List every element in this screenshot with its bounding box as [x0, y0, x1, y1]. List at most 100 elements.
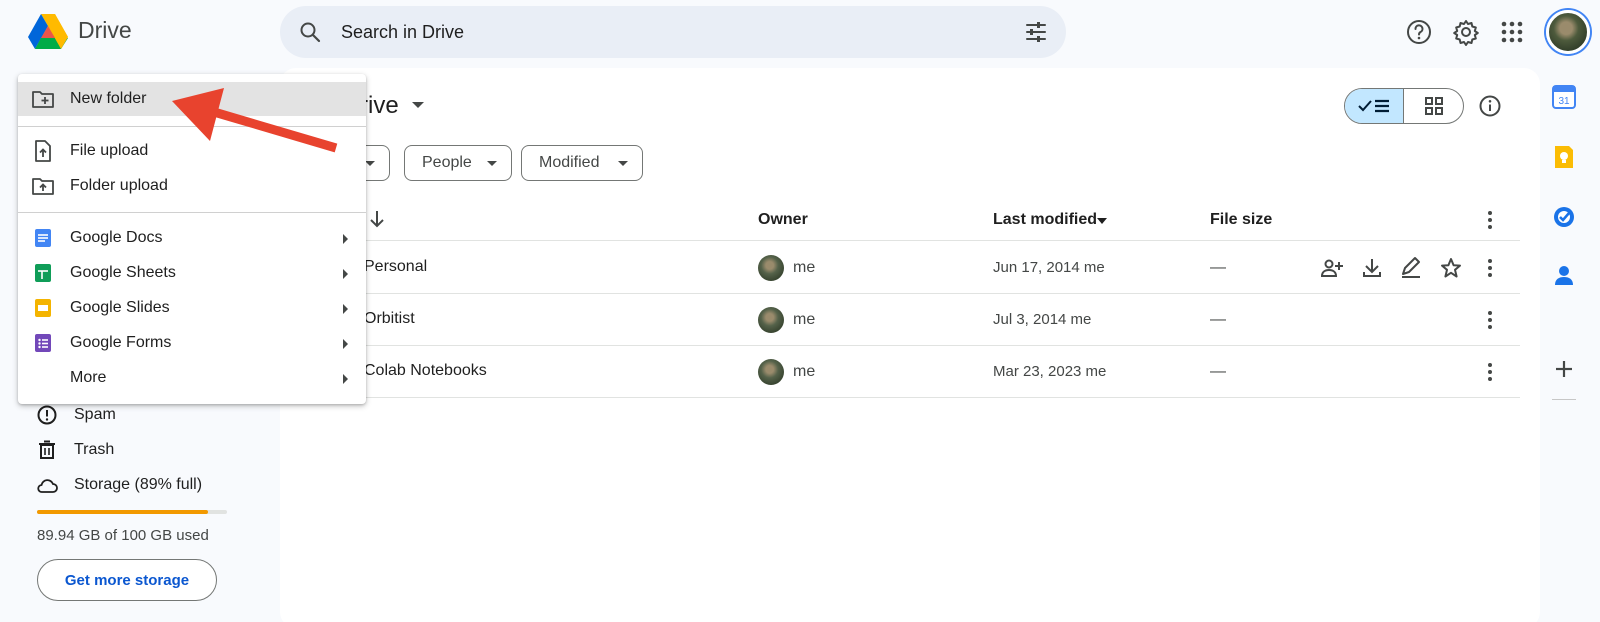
file-name[interactable]: Personal	[364, 258, 427, 276]
row-more-icon[interactable]	[1478, 308, 1502, 332]
submenu-arrow-icon	[343, 234, 348, 244]
side-divider	[1552, 399, 1576, 400]
add-addon-icon[interactable]	[1551, 356, 1577, 382]
nav-trash[interactable]: Trash	[36, 435, 114, 465]
file-name[interactable]: Orbitist	[364, 310, 415, 328]
column-file-size[interactable]: File size	[1210, 211, 1272, 229]
menu-google-sheets[interactable]: Google Sheets	[18, 256, 366, 290]
search-options-icon[interactable]	[1024, 20, 1048, 44]
calendar-icon[interactable]: 31	[1551, 84, 1577, 110]
owner-avatar	[758, 359, 784, 385]
google-forms-icon	[35, 334, 51, 352]
menu-google-forms[interactable]: Google Forms	[18, 326, 366, 360]
menu-more-label: More	[70, 369, 107, 386]
menu-google-sheets-label: Google Sheets	[70, 264, 176, 281]
keep-icon[interactable]	[1551, 144, 1577, 170]
nav-spam[interactable]: Spam	[36, 400, 116, 430]
apps-grid-icon[interactable]	[1498, 18, 1526, 46]
menu-more[interactable]: More	[18, 361, 366, 395]
column-owner[interactable]: Owner	[758, 211, 808, 229]
google-slides-icon	[35, 299, 51, 317]
nav-storage[interactable]: Storage (89% full)	[36, 470, 202, 500]
list-view-icon	[1358, 99, 1389, 113]
submenu-arrow-icon	[343, 374, 348, 384]
menu-google-slides[interactable]: Google Slides	[18, 291, 366, 325]
search-icon[interactable]	[298, 20, 322, 44]
submenu-arrow-icon	[343, 269, 348, 279]
chevron-down-icon	[365, 161, 375, 166]
owner-name: me	[793, 311, 816, 328]
storage-used-text: 89.94 GB of 100 GB used	[37, 527, 209, 544]
menu-divider	[18, 126, 366, 127]
folder-upload-icon	[32, 178, 54, 195]
contacts-icon[interactable]	[1551, 262, 1577, 288]
star-icon[interactable]	[1439, 256, 1463, 280]
view-toggle[interactable]	[1344, 88, 1464, 124]
last-modified: Jul 3, 2014 me	[993, 311, 1092, 328]
people-filter-label: People	[422, 154, 472, 171]
help-icon[interactable]	[1405, 18, 1433, 46]
table-row[interactable]: Personal me Jun 17, 2014 me —	[360, 242, 1520, 294]
top-bar: Drive Search in Drive	[0, 0, 1600, 64]
account-avatar[interactable]	[1546, 10, 1590, 54]
file-size: —	[1210, 363, 1226, 380]
app-name: Drive	[78, 17, 132, 43]
row-more-icon[interactable]	[1478, 256, 1502, 280]
menu-google-forms-label: Google Forms	[70, 334, 172, 351]
spam-icon	[37, 405, 57, 425]
list-view-button[interactable]	[1345, 89, 1405, 123]
calendar-day: 31	[1558, 96, 1570, 107]
search-bar[interactable]: Search in Drive	[280, 6, 1066, 58]
settings-gear-icon[interactable]	[1452, 18, 1480, 46]
nav-trash-label: Trash	[74, 441, 115, 458]
get-more-storage-button[interactable]: Get more storage	[37, 559, 217, 601]
table-header: Owner Last modified File size	[360, 200, 1520, 241]
cloud-icon	[37, 479, 58, 493]
share-icon[interactable]	[1320, 256, 1344, 280]
side-panel: 31	[1540, 72, 1600, 622]
new-folder-icon	[32, 91, 54, 108]
chevron-down-icon	[487, 161, 497, 166]
google-docs-icon	[35, 229, 51, 247]
tasks-icon[interactable]	[1551, 204, 1577, 230]
menu-google-slides-label: Google Slides	[70, 299, 170, 316]
table-row[interactable]: Colab Notebooks me Mar 23, 2023 me —	[360, 346, 1520, 398]
menu-folder-upload[interactable]: Folder upload	[18, 169, 366, 203]
sort-arrow-down-icon[interactable]	[368, 209, 386, 229]
table-row[interactable]: Orbitist me Jul 3, 2014 me —	[360, 294, 1520, 346]
title-dropdown-icon[interactable]	[412, 102, 424, 108]
trash-icon	[39, 440, 55, 459]
owner-name: me	[793, 363, 816, 380]
menu-new-folder-label: New folder	[70, 90, 147, 107]
row-more-icon[interactable]	[1478, 360, 1502, 384]
nav-spam-label: Spam	[74, 406, 116, 423]
rename-pencil-icon[interactable]	[1399, 256, 1423, 280]
google-sheets-icon	[35, 264, 51, 282]
more-vert-icon[interactable]	[1478, 208, 1502, 232]
column-last-modified[interactable]: Last modified	[993, 211, 1097, 229]
submenu-arrow-icon	[343, 339, 348, 349]
file-name[interactable]: Colab Notebooks	[364, 362, 487, 380]
menu-file-upload[interactable]: File upload	[18, 134, 366, 168]
grid-view-button[interactable]	[1404, 89, 1463, 123]
storage-meter	[37, 510, 227, 514]
submenu-arrow-icon	[343, 304, 348, 314]
file-upload-icon	[35, 140, 51, 162]
people-filter-chip[interactable]: People	[404, 145, 512, 181]
modified-filter-chip[interactable]: Modified	[521, 145, 643, 181]
sort-caret-icon[interactable]	[1097, 218, 1107, 224]
download-icon[interactable]	[1360, 256, 1384, 280]
owner-avatar	[758, 307, 784, 333]
file-size: —	[1210, 259, 1226, 276]
owner-name: me	[793, 259, 816, 276]
menu-new-folder[interactable]: New folder	[18, 82, 366, 116]
menu-google-docs[interactable]: Google Docs	[18, 221, 366, 255]
drive-logo-icon[interactable]	[28, 14, 68, 50]
menu-folder-upload-label: Folder upload	[70, 177, 168, 194]
new-item-menu: New folder File upload Folder upload Goo…	[18, 74, 366, 404]
info-icon[interactable]	[1478, 94, 1502, 118]
chevron-down-icon	[618, 161, 628, 166]
nav-storage-label: Storage (89% full)	[74, 476, 203, 493]
search-input[interactable]: Search in Drive	[341, 22, 464, 43]
modified-filter-label: Modified	[539, 154, 600, 171]
